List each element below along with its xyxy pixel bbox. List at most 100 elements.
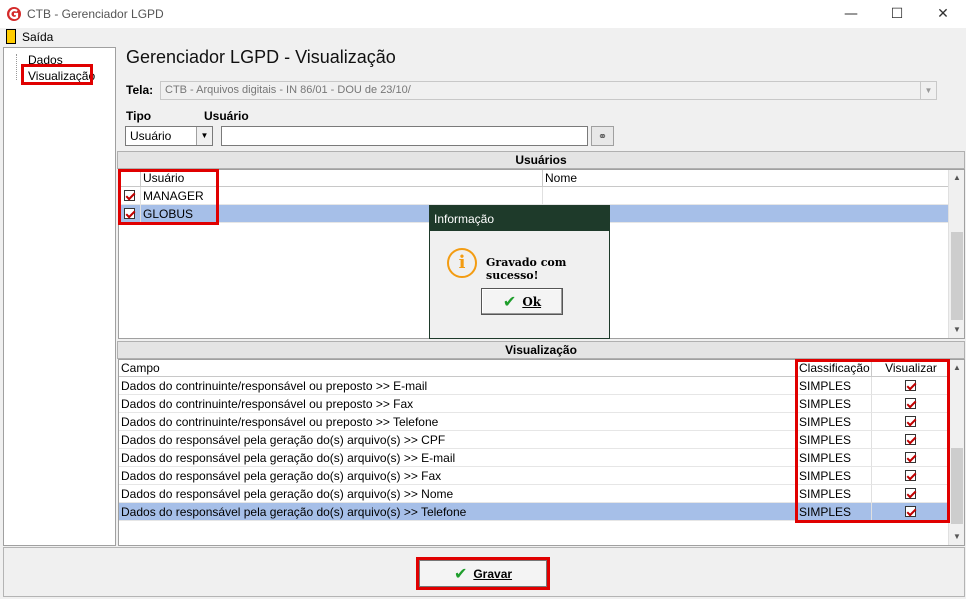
navigation-tree: Dados Visualização [3,47,116,546]
page-title: Gerenciador LGPD - Visualização [126,47,396,67]
classificacao-cell: SIMPLES [797,467,872,485]
campo-cell: Dados do contrinuinte/responsável ou pre… [119,413,797,431]
visualization-column-campo[interactable]: Campo [119,360,797,377]
visualizar-cell[interactable] [872,413,949,431]
checkbox-checked[interactable] [905,506,916,517]
scroll-thumb[interactable] [951,232,963,320]
tipo-select[interactable]: Usuário ▼ [125,126,213,146]
users-check-column-header [119,170,141,187]
app-logo-icon [7,7,21,21]
usuario-label: Usuário [204,109,249,123]
checkmark-icon: ✔ [453,564,468,583]
table-row[interactable]: Dados do responsável pela geração do(s) … [119,431,949,449]
checkbox-checked[interactable] [124,190,135,201]
checkbox-checked[interactable] [905,488,916,499]
usuario-input[interactable] [221,126,588,146]
visualization-vertical-scrollbar[interactable]: ▲ ▼ [948,360,964,545]
visualizar-cell[interactable] [872,467,949,485]
row-checkbox-cell[interactable] [119,187,141,205]
scroll-up-icon[interactable]: ▲ [949,360,964,376]
menu-exit[interactable]: Saída [22,30,53,44]
checkbox-checked[interactable] [905,434,916,445]
exit-door-icon [6,29,16,44]
chevron-down-icon: ▼ [920,82,936,99]
tela-select-value: CTB - Arquivos digitais - IN 86/01 - DOU… [165,84,411,96]
chevron-down-icon: ▼ [196,127,212,145]
classificacao-cell: SIMPLES [797,449,872,467]
save-button[interactable]: ✔ Gravar [419,560,547,587]
scroll-up-icon[interactable]: ▲ [949,170,964,186]
checkbox-checked[interactable] [905,452,916,463]
window-title: CTB - Gerenciador LGPD [27,7,164,21]
user-usuario-cell: MANAGER [141,187,543,205]
table-row[interactable]: Dados do responsável pela geração do(s) … [119,449,949,467]
visualizar-cell[interactable] [872,431,949,449]
dialog-title: Informação [430,206,609,231]
checkbox-checked[interactable] [905,398,916,409]
binoculars-icon: ⚭ [597,130,608,143]
checkbox-checked[interactable] [905,416,916,427]
table-row[interactable]: MANAGER [119,187,949,205]
menu-bar: Saída [0,28,966,46]
campo-cell: Dados do responsável pela geração do(s) … [119,485,797,503]
minimize-button[interactable]: — [828,0,874,28]
campo-cell: Dados do responsável pela geração do(s) … [119,449,797,467]
tela-select[interactable]: CTB - Arquivos digitais - IN 86/01 - DOU… [160,81,937,100]
visualizar-cell[interactable] [872,503,949,521]
tree-item-visualizacao[interactable]: Visualização [26,69,97,83]
users-section-header: Usuários [117,151,965,169]
search-button[interactable]: ⚭ [591,126,614,146]
visualizar-cell[interactable] [872,395,949,413]
scroll-thumb[interactable] [951,448,963,524]
classificacao-cell: SIMPLES [797,413,872,431]
dialog-message: Gravado com sucesso! [486,256,567,282]
classificacao-cell: SIMPLES [797,503,872,521]
title-bar: CTB - Gerenciador LGPD — ☐ ✕ [0,0,966,28]
scroll-down-icon[interactable]: ▼ [949,322,964,338]
ok-button[interactable]: ✔ Ok [481,288,563,315]
checkmark-icon: ✔ [502,292,517,311]
tipo-select-value: Usuário [130,129,172,143]
visualization-column-visualizar[interactable]: Visualizar [872,360,949,377]
visualizar-cell[interactable] [872,377,949,395]
classificacao-cell: SIMPLES [797,431,872,449]
checkbox-checked[interactable] [905,470,916,481]
row-checkbox-cell[interactable] [119,205,141,223]
table-row[interactable]: Dados do responsável pela geração do(s) … [119,503,949,521]
scroll-down-icon[interactable]: ▼ [949,529,964,545]
information-dialog: Informação i Gravado com sucesso! ✔ Ok [429,205,610,339]
save-button-label: Gravar [473,566,513,581]
campo-cell: Dados do responsável pela geração do(s) … [119,431,797,449]
close-icon: ✕ [937,6,949,22]
user-nome-cell [543,187,949,205]
table-row[interactable]: Dados do contrinuinte/responsável ou pre… [119,377,949,395]
maximize-button[interactable]: ☐ [874,0,920,28]
visualization-column-classificacao[interactable]: Classificação [797,360,872,377]
users-column-usuario[interactable]: Usuário [141,170,543,187]
ok-button-label: Ok [522,294,542,309]
classificacao-cell: SIMPLES [797,485,872,503]
classificacao-cell: SIMPLES [797,377,872,395]
table-row[interactable]: Dados do responsável pela geração do(s) … [119,467,949,485]
tree-connector [16,54,17,80]
campo-cell: Dados do responsável pela geração do(s) … [119,503,797,521]
visualization-grid: Campo Classificação Visualizar Dados do … [118,359,965,546]
maximize-icon: ☐ [890,6,904,22]
tipo-label: Tipo [126,109,152,123]
users-column-nome[interactable]: Nome [543,170,949,187]
checkbox-checked[interactable] [124,208,135,219]
close-button[interactable]: ✕ [920,0,966,28]
table-row[interactable]: Dados do responsável pela geração do(s) … [119,485,949,503]
tree-item-dados[interactable]: Dados [26,53,65,67]
campo-cell: Dados do contrinuinte/responsável ou pre… [119,377,797,395]
info-icon: i [447,248,477,278]
checkbox-checked[interactable] [905,380,916,391]
minimize-icon: — [844,6,858,22]
users-vertical-scrollbar[interactable]: ▲ ▼ [948,170,964,338]
visualizar-cell[interactable] [872,485,949,503]
visualizar-cell[interactable] [872,449,949,467]
table-row[interactable]: Dados do contrinuinte/responsável ou pre… [119,395,949,413]
classificacao-cell: SIMPLES [797,395,872,413]
tela-label: Tela: [126,83,154,97]
table-row[interactable]: Dados do contrinuinte/responsável ou pre… [119,413,949,431]
